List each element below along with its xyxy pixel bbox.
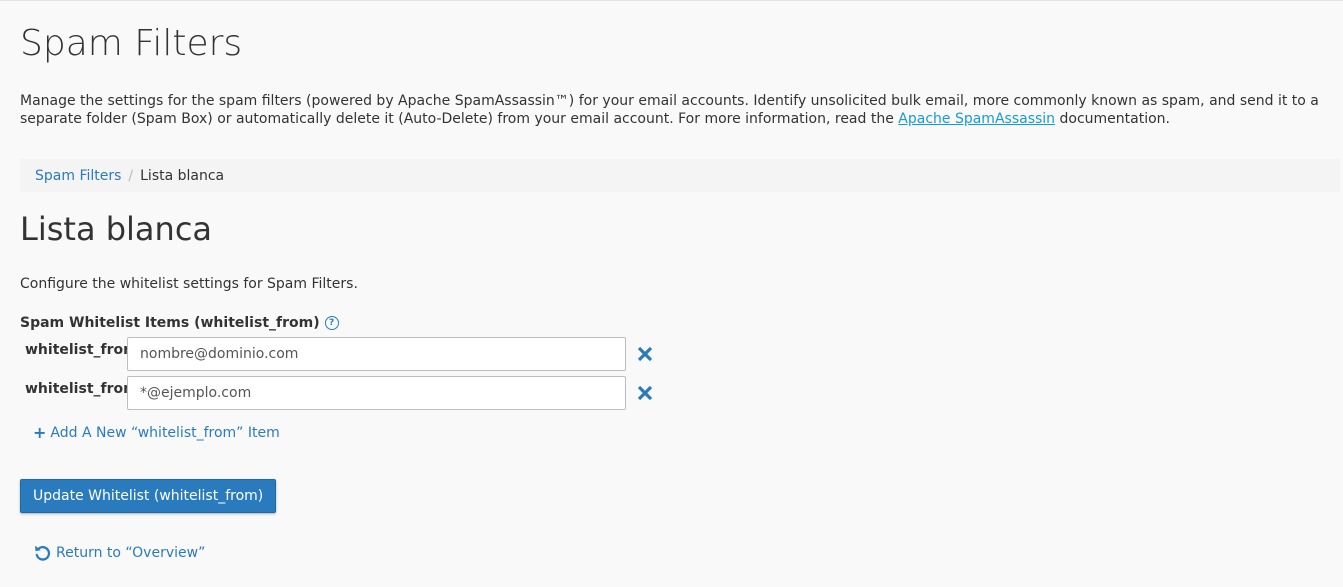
whitelist-row-label: whitelist_from bbox=[25, 381, 138, 397]
whitelist-row: whitelist_from bbox=[25, 376, 665, 410]
return-overview-label: Return to “Overview” bbox=[56, 544, 206, 561]
whitelist-row: whitelist_from bbox=[25, 337, 665, 371]
section-description: Configure the whitelist settings for Spa… bbox=[20, 276, 358, 292]
undo-arrow-icon bbox=[35, 545, 51, 561]
whitelist-row-label: whitelist_from bbox=[25, 342, 138, 358]
whitelist-entry-input[interactable] bbox=[127, 376, 626, 410]
add-whitelist-item-label: Add A New “whitelist_from” Item bbox=[50, 424, 280, 441]
breadcrumb-spam-filters-link[interactable]: Spam Filters bbox=[35, 168, 121, 184]
whitelist-entry-input[interactable] bbox=[127, 337, 626, 371]
breadcrumb-separator: / bbox=[128, 167, 134, 184]
breadcrumb-current: Lista blanca bbox=[140, 167, 225, 184]
whitelist-items-label-text: Spam Whitelist Items (whitelist_from) bbox=[20, 315, 320, 331]
close-x-icon[interactable] bbox=[636, 384, 654, 402]
question-circle-icon[interactable]: ? bbox=[324, 316, 339, 330]
page-description: Manage the settings for the spam filters… bbox=[20, 92, 1340, 128]
description-text-end: documentation. bbox=[1055, 111, 1170, 127]
section-title: Lista blanca bbox=[20, 210, 213, 248]
apache-spamassassin-link[interactable]: Apache SpamAssassin bbox=[898, 111, 1055, 127]
whitelist-items-label: Spam Whitelist Items (whitelist_from) ? bbox=[20, 314, 339, 332]
top-divider bbox=[0, 0, 1343, 1]
breadcrumb: Spam Filters / Lista blanca bbox=[20, 159, 1340, 192]
add-whitelist-item-link[interactable]: + Add A New “whitelist_from” Item bbox=[33, 423, 280, 442]
return-overview-link[interactable]: Return to “Overview” bbox=[33, 543, 205, 562]
close-x-icon[interactable] bbox=[636, 345, 654, 363]
page-title: Spam Filters bbox=[20, 23, 243, 64]
update-whitelist-button[interactable]: Update Whitelist (whitelist_from) bbox=[20, 479, 277, 513]
plus-icon: + bbox=[33, 423, 47, 442]
